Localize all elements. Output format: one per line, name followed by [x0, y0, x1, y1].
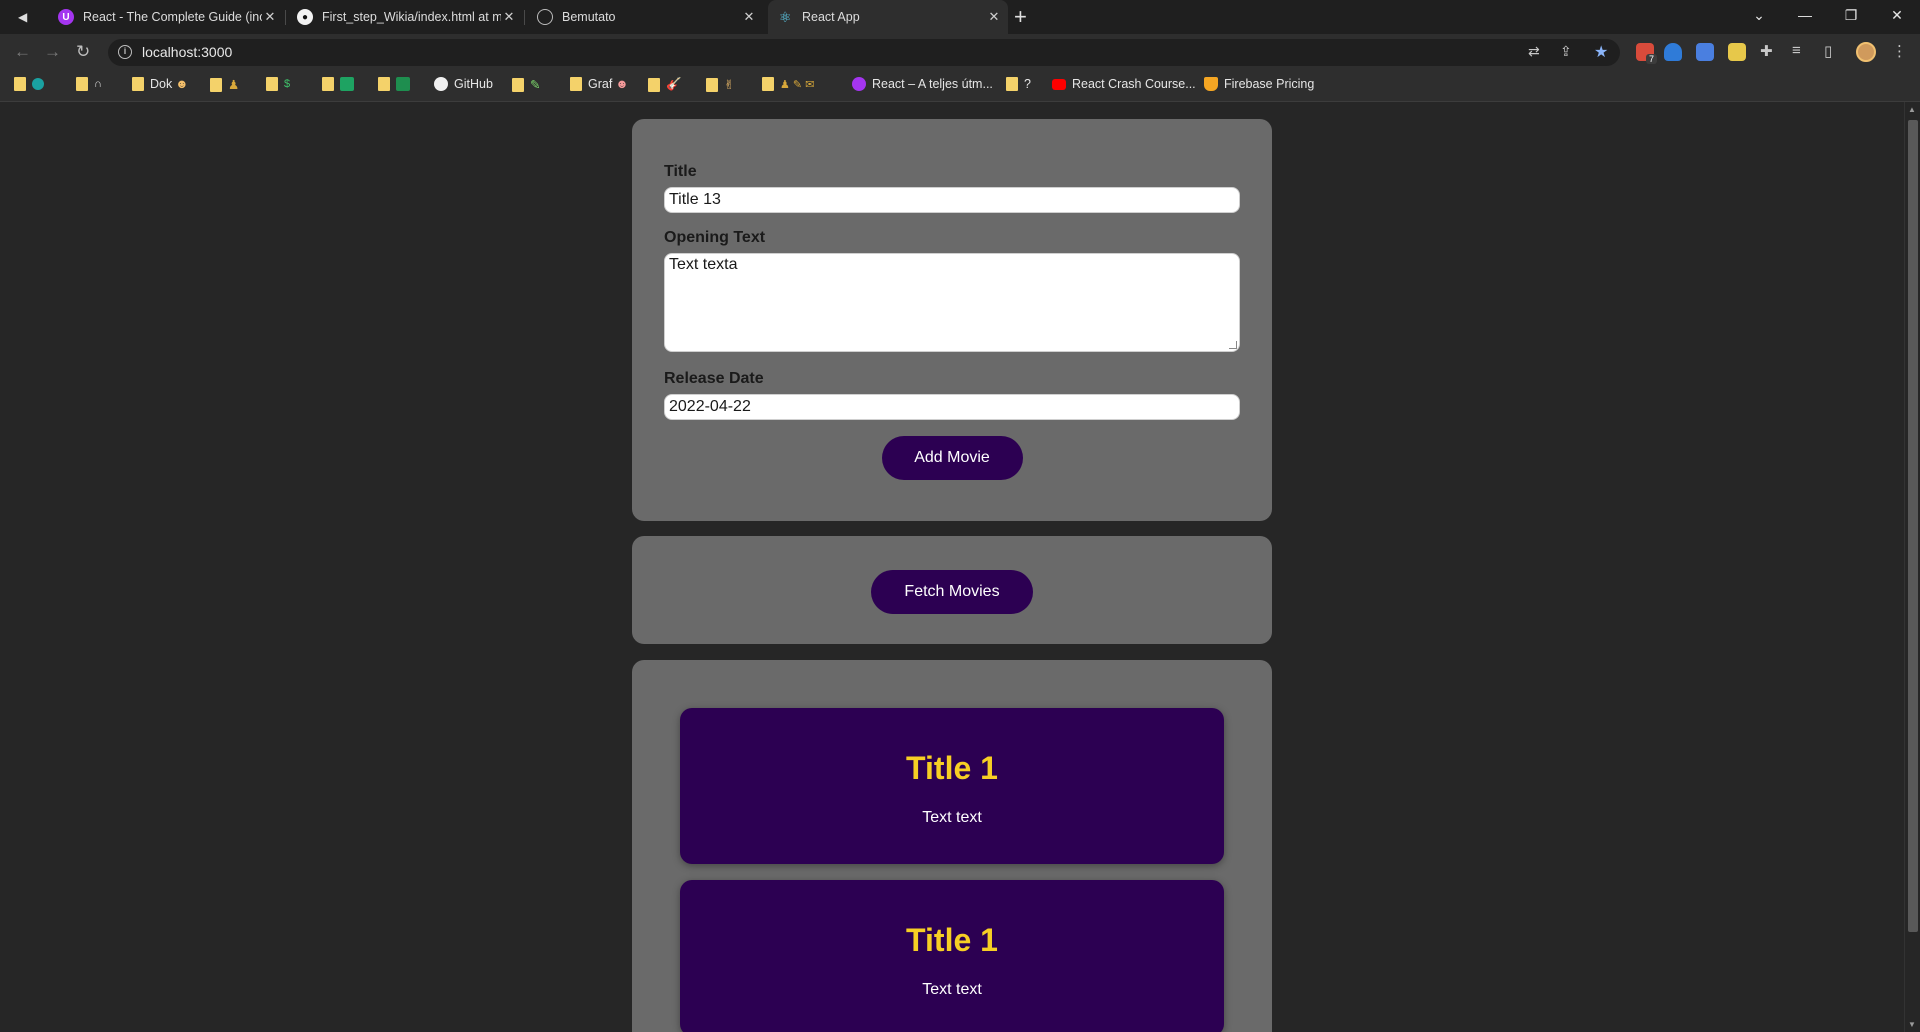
movie-opening-text: Text text — [922, 809, 982, 826]
add-movie-form: Title Title 13 Opening Text Text texta R… — [632, 119, 1272, 521]
bookmark-folder[interactable]: ♟ — [210, 77, 239, 92]
tab-first-step-wikia[interactable]: ● First_step_Wikia/index.html at m ✕ — [297, 0, 517, 34]
browser-toolbar: ← → ↻ i localhost:3000 ⇄ ⇪ ★ 7 ✚ ≡ ▯ ⋮ — [0, 34, 1920, 70]
new-tab-button[interactable]: + — [1014, 4, 1027, 30]
tab-bar: ◀︎ U React - The Complete Guide (incl ✕ … — [0, 0, 1920, 34]
page-scrollbar[interactable]: ▲ ▼ — [1904, 102, 1920, 1032]
bookmark-folder[interactable]: ✌ — [706, 77, 734, 92]
opening-text-textarea[interactable]: Text texta — [664, 253, 1240, 352]
reload-icon[interactable]: ↻ — [76, 42, 90, 62]
tab-react-complete-guide[interactable]: U React - The Complete Guide (incl ✕ — [58, 0, 278, 34]
add-movie-button[interactable]: Add Movie — [881, 436, 1023, 480]
menu-icon[interactable]: ⋮ — [1892, 42, 1907, 60]
scroll-down-icon[interactable]: ▼ — [1908, 1020, 1916, 1029]
restore-button[interactable]: ❐ — [1828, 0, 1874, 30]
url-text[interactable]: localhost:3000 — [142, 44, 232, 60]
youtube-icon — [1052, 78, 1066, 90]
release-date-input[interactable]: 2022-04-22 — [664, 394, 1240, 420]
bookmark-react-course[interactable]: React – A teljes útm... — [852, 77, 993, 91]
bookmark-folder[interactable] — [322, 77, 360, 91]
movie-title: Title 1 — [906, 750, 998, 786]
movies-list: Title 1 Text text Title 1 Text text — [632, 660, 1272, 1032]
minimize-button[interactable]: — — [1782, 0, 1828, 30]
bookmark-folder[interactable]: ♟ ✎ ✉ — [762, 77, 814, 91]
movie-opening-text: Text text — [922, 981, 982, 998]
bookmark-folder[interactable]: ∩ — [76, 77, 102, 91]
opening-text-label: Opening Text — [664, 229, 766, 246]
opening-text-value: Text texta — [669, 256, 738, 273]
resize-handle-icon[interactable] — [1229, 341, 1237, 349]
forward-icon[interactable]: → — [44, 42, 61, 62]
close-icon[interactable]: ✕ — [262, 9, 278, 25]
github-icon: ● — [297, 9, 313, 25]
scrollbar-thumb[interactable] — [1908, 120, 1918, 932]
react-icon: ⚛ — [778, 8, 792, 25]
bookmark-folder[interactable]: $ — [266, 77, 290, 91]
reading-list-icon[interactable]: ≡ — [1792, 42, 1801, 59]
address-bar[interactable]: i localhost:3000 ⇄ ⇪ ★ — [108, 39, 1620, 66]
udemy-icon: U — [58, 9, 74, 25]
page-viewport: Title Title 13 Opening Text Text texta R… — [0, 102, 1920, 1032]
bookmark-folder[interactable]: 🎸 — [648, 77, 682, 92]
bookmark-dok[interactable]: Dok ☻ — [132, 77, 188, 91]
fetch-movies-button[interactable]: Fetch Movies — [871, 570, 1033, 614]
bookmark-folder[interactable] — [14, 77, 50, 91]
close-icon[interactable]: ✕ — [741, 9, 757, 25]
bookmark-firebase-pricing[interactable]: Firebase Pricing — [1204, 77, 1314, 91]
github-icon — [434, 77, 448, 91]
tab-react-app[interactable]: ⚛ React App ✕ — [768, 0, 1008, 34]
translate-icon[interactable]: ⇄ — [1528, 43, 1540, 60]
title-label: Title — [664, 163, 697, 180]
bookmark-question[interactable]: ? — [1006, 77, 1031, 91]
tab-title: React - The Complete Guide (incl — [83, 10, 262, 24]
tab-search-icon[interactable]: ⌄ — [1736, 0, 1782, 30]
udemy-icon — [852, 77, 866, 91]
movie-item: Title 1 Text text — [680, 880, 1224, 1032]
translate-extension-icon[interactable] — [1696, 43, 1714, 61]
bookmark-github[interactable]: GitHub — [434, 77, 493, 91]
share-icon[interactable]: ⇪ — [1560, 43, 1572, 60]
site-info-icon[interactable]: i — [118, 45, 132, 59]
tab-audio-icon[interactable]: ◀︎ — [18, 0, 27, 34]
bookmark-react-crash-course[interactable]: React Crash Course... — [1052, 77, 1196, 91]
movie-item: Title 1 Text text — [680, 708, 1224, 864]
tab-title: First_step_Wikia/index.html at m — [322, 10, 501, 24]
back-icon[interactable]: ← — [14, 42, 31, 62]
tab-title: Bemutato — [562, 10, 616, 24]
close-window-button[interactable]: ✕ — [1874, 0, 1920, 30]
bookmark-folder[interactable] — [378, 77, 416, 91]
bookmark-folder[interactable]: ✎ — [512, 77, 540, 92]
globe-icon — [537, 9, 553, 25]
avatar[interactable] — [1856, 42, 1876, 62]
tab-title: React App — [802, 10, 860, 24]
fetch-section: Fetch Movies — [632, 536, 1272, 644]
gem-extension-icon[interactable] — [1664, 43, 1682, 61]
firebase-icon — [1204, 77, 1218, 91]
tab-bemutato[interactable]: Bemutato ✕ — [537, 0, 757, 34]
bookmark-graf[interactable]: Graf ☻ — [570, 77, 628, 91]
close-icon[interactable]: ✕ — [986, 9, 1002, 25]
close-icon[interactable]: ✕ — [501, 9, 517, 25]
bookmarks-bar: ∩ Dok ☻ ♟ $ GitHub ✎ Graf ☻ 🎸 ✌ ♟ ✎ ✉ Reac… — [0, 70, 1920, 102]
extension-icon[interactable] — [1728, 43, 1746, 61]
movie-title: Title 1 — [906, 922, 998, 958]
scroll-up-icon[interactable]: ▲ — [1908, 105, 1916, 114]
bookmark-star-icon[interactable]: ★ — [1594, 42, 1608, 62]
extensions-puzzle-icon[interactable]: ✚ — [1760, 42, 1773, 60]
side-panel-icon[interactable]: ▯ — [1824, 42, 1832, 60]
release-date-label: Release Date — [664, 370, 764, 387]
title-input[interactable]: Title 13 — [664, 187, 1240, 213]
extension-badge: 7 — [1646, 54, 1658, 64]
